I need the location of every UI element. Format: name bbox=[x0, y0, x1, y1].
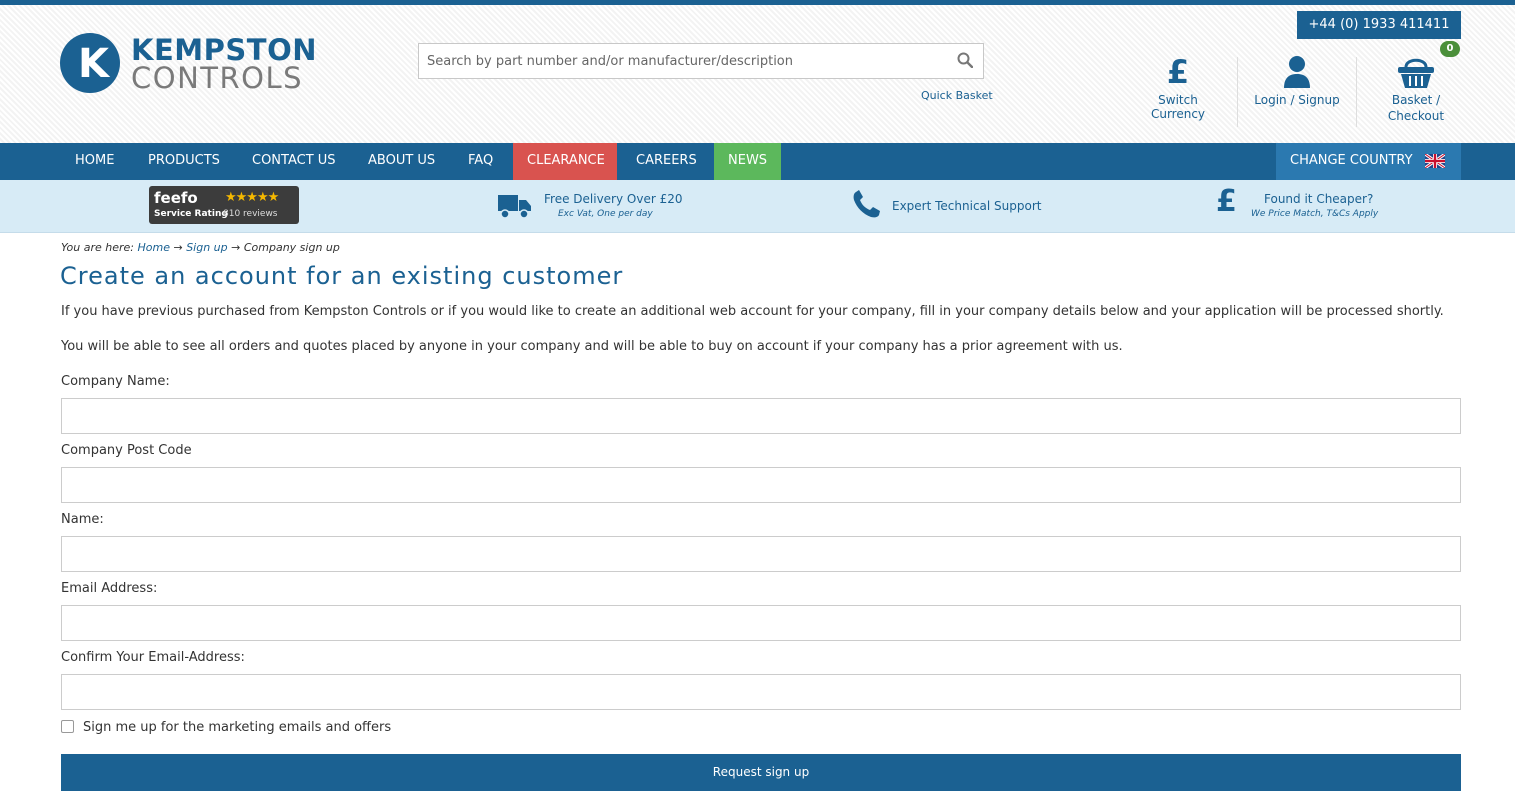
basket-label-line2: Checkout bbox=[1387, 109, 1445, 123]
pound-icon: £ bbox=[1216, 184, 1237, 219]
main-nav: HOME PRODUCTS CONTACT US ABOUT US FAQ CL… bbox=[0, 143, 1515, 180]
breadcrumb-signup[interactable]: Sign up bbox=[186, 241, 227, 254]
kempston-logo[interactable]: K KEMPSTON CONTROLS bbox=[60, 33, 320, 97]
breadcrumb-current: Company sign up bbox=[243, 241, 340, 254]
email-input[interactable] bbox=[61, 605, 1461, 641]
logo-text-controls: CONTROLS bbox=[131, 61, 304, 95]
intro-paragraph-1: If you have previous purchased from Kemp… bbox=[61, 304, 1444, 319]
usp-technical-support: Expert Technical Support bbox=[852, 180, 1042, 232]
email-label: Email Address: bbox=[61, 581, 158, 596]
feefo-review-count: 810 reviews bbox=[223, 209, 278, 219]
company-name-label: Company Name: bbox=[61, 374, 170, 389]
quick-basket-link[interactable]: Quick Basket bbox=[921, 89, 993, 102]
delivery-subtitle: Exc Vat, One per day bbox=[558, 209, 653, 219]
feefo-service-rating: Service Rating bbox=[154, 209, 228, 219]
change-country-button[interactable]: CHANGE COUNTRY bbox=[1276, 143, 1461, 180]
support-title: Expert Technical Support bbox=[892, 199, 1042, 213]
login-signup-label: Login / Signup bbox=[1254, 93, 1340, 107]
cheaper-subtitle: We Price Match, T&Cs Apply bbox=[1251, 209, 1379, 219]
company-name-input[interactable] bbox=[61, 398, 1461, 434]
nav-contact-us[interactable]: CONTACT US bbox=[238, 143, 350, 180]
switch-currency-label: Switch Currency bbox=[1150, 93, 1206, 121]
pound-icon: £ bbox=[1166, 53, 1190, 91]
basket-icon bbox=[1398, 58, 1434, 88]
logo-mark: K bbox=[60, 33, 120, 93]
nav-news[interactable]: NEWS bbox=[714, 143, 781, 180]
search-input[interactable] bbox=[419, 44, 949, 78]
uk-flag-icon bbox=[1425, 154, 1445, 168]
site-header: K KEMPSTON CONTROLS Quick Basket +44 (0)… bbox=[0, 5, 1515, 143]
cheaper-title: Found it Cheaper? bbox=[1264, 192, 1374, 206]
delivery-title: Free Delivery Over £20 bbox=[544, 192, 683, 206]
breadcrumb-arrow: → bbox=[231, 241, 241, 254]
name-input[interactable] bbox=[61, 536, 1461, 572]
breadcrumb: You are here: Home → Sign up → Company s… bbox=[61, 241, 340, 254]
search-icon[interactable] bbox=[957, 52, 973, 68]
request-signup-button[interactable]: Request sign up bbox=[61, 754, 1461, 791]
usp-price-match: £ Found it Cheaper? We Price Match, T&Cs… bbox=[1216, 180, 1406, 232]
basket-checkout-button[interactable]: Basket / Checkout bbox=[1380, 55, 1452, 123]
feefo-rating-badge[interactable]: feefo ★★★★★ Service Rating 810 reviews bbox=[149, 186, 299, 224]
name-label: Name: bbox=[61, 512, 104, 527]
page-title: Create an account for an existing custom… bbox=[60, 262, 624, 290]
usp-bar: feefo ★★★★★ Service Rating 810 reviews F… bbox=[0, 180, 1515, 233]
feefo-logo: feefo bbox=[154, 189, 198, 207]
basket-count-badge: 0 bbox=[1440, 41, 1460, 57]
confirm-email-input[interactable] bbox=[61, 674, 1461, 710]
usp-free-delivery: Free Delivery Over £20 Exc Vat, One per … bbox=[498, 180, 683, 232]
post-code-input[interactable] bbox=[61, 467, 1461, 503]
phone-icon bbox=[853, 190, 880, 218]
marketing-checkbox-label[interactable]: Sign me up for the marketing emails and … bbox=[83, 720, 391, 735]
header-divider bbox=[1356, 57, 1357, 127]
marketing-checkbox[interactable] bbox=[61, 720, 74, 733]
nav-clearance[interactable]: CLEARANCE bbox=[513, 143, 617, 180]
basket-label-line1: Basket / bbox=[1391, 93, 1441, 107]
phone-number[interactable]: +44 (0) 1933 411411 bbox=[1297, 11, 1461, 39]
breadcrumb-home[interactable]: Home bbox=[137, 241, 169, 254]
breadcrumb-prefix: You are here: bbox=[61, 241, 134, 254]
nav-home[interactable]: HOME bbox=[61, 143, 128, 180]
nav-products[interactable]: PRODUCTS bbox=[134, 143, 234, 180]
header-divider bbox=[1237, 57, 1238, 127]
switch-currency-button[interactable]: £ Switch Currency bbox=[1130, 55, 1226, 121]
star-rating-icon: ★★★★★ bbox=[225, 190, 279, 205]
user-icon bbox=[1284, 56, 1310, 88]
search-box bbox=[418, 43, 984, 79]
nav-about-us[interactable]: ABOUT US bbox=[354, 143, 449, 180]
change-country-label: CHANGE COUNTRY bbox=[1290, 153, 1413, 168]
delivery-truck-icon bbox=[498, 195, 531, 219]
post-code-label: Company Post Code bbox=[61, 443, 192, 458]
intro-paragraph-2: You will be able to see all orders and q… bbox=[61, 339, 1123, 354]
confirm-email-label: Confirm Your Email-Address: bbox=[61, 650, 245, 665]
nav-careers[interactable]: CAREERS bbox=[622, 143, 711, 180]
login-signup-button[interactable]: Login / Signup bbox=[1252, 55, 1342, 107]
nav-faq[interactable]: FAQ bbox=[454, 143, 507, 180]
breadcrumb-arrow: → bbox=[173, 241, 183, 254]
